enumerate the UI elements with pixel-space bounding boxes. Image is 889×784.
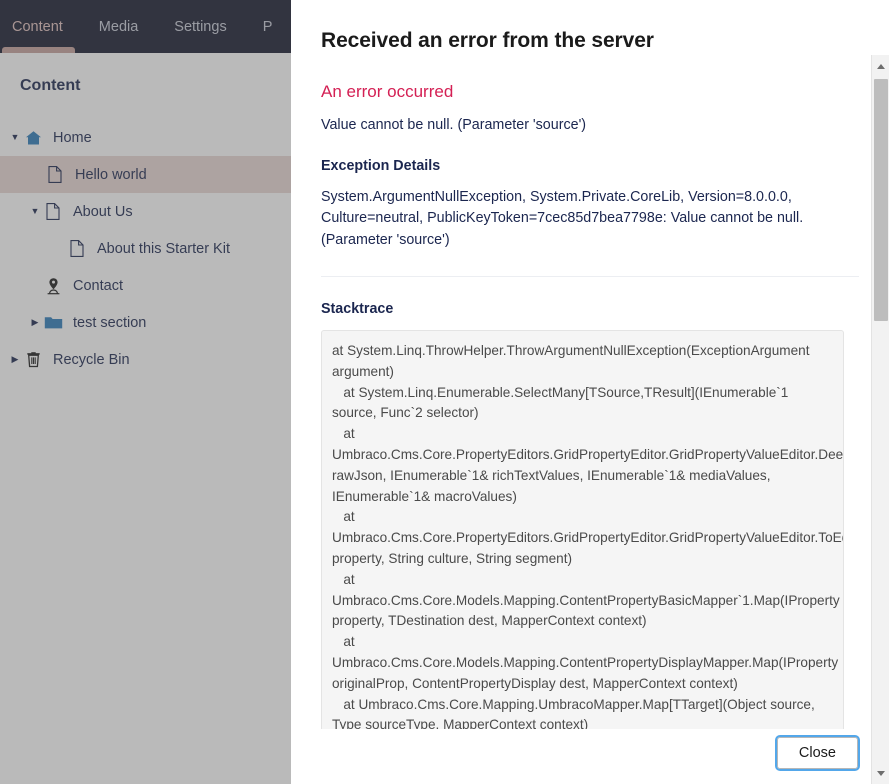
stacktrace-content[interactable]: at System.Linq.ThrowHelper.ThrowArgument… [321,330,844,729]
dialog-title: Received an error from the server [321,29,654,52]
error-heading: An error occurred [321,82,454,101]
error-dialog-footer: Close [291,729,889,784]
error-dialog: Received an error from the server An err… [291,0,889,784]
scroll-up-arrow-icon[interactable] [872,55,889,77]
exception-details-label: Exception Details [321,157,441,174]
scroll-down-arrow-icon[interactable] [872,762,889,784]
stacktrace-label: Stacktrace [321,301,394,318]
scrollbar-thumb[interactable] [874,79,888,321]
close-button[interactable]: Close [774,734,861,771]
exception-details-text: System.ArgumentNullException, System.Pri… [321,188,804,248]
error-message: Value cannot be null. (Parameter 'source… [321,117,587,133]
page-scrollbar[interactable] [871,55,889,784]
section-divider [321,276,859,278]
error-dialog-body: Received an error from the server An err… [291,0,889,729]
